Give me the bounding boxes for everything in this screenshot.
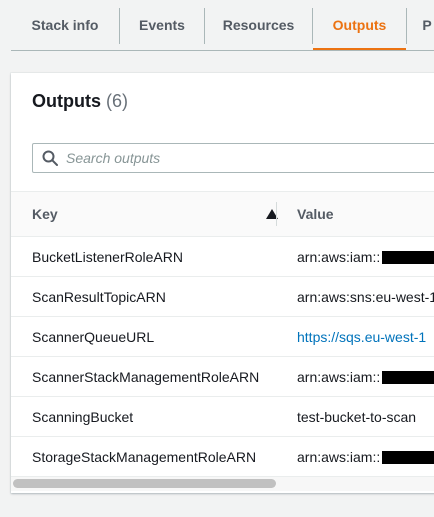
search-icon [42,150,58,166]
output-key: StorageStackManagementRoleARN [32,449,257,465]
search-input[interactable] [66,150,426,166]
column-header-value[interactable]: Value [297,192,334,236]
search-box[interactable] [32,143,434,173]
column-resizer[interactable] [276,202,277,226]
table-header: Key Value [11,191,434,237]
panel-title-text: Outputs [32,91,101,111]
horizontal-scrollbar-thumb[interactable] [13,479,276,488]
output-value: arn:aws:iam:: [297,237,434,277]
tab-parameters[interactable]: P [407,0,434,50]
column-header-value-label: Value [297,206,334,222]
output-key: BucketListenerRoleARN [32,249,183,265]
output-value: arn:aws:iam:: [297,437,434,477]
outputs-table: Key Value BucketListenerRoleARN arn:aws:… [11,191,434,477]
table-row: ScanningBucket test-bucket-to-scan [11,397,434,437]
column-header-key[interactable]: Key [32,192,278,236]
output-value-text: arn:aws:iam:: [297,249,381,265]
table-row: ScannerStackManagementRoleARN arn:aws:ia… [11,357,434,397]
table-row: ScannerQueueURL https://sqs.eu-west-1 [11,317,434,357]
output-key: ScannerStackManagementRoleARN [32,369,260,385]
redacted-block [382,370,434,384]
panel-title: Outputs (6) [32,91,128,112]
output-value: arn:aws:iam:: [297,357,434,397]
tab-resources[interactable]: Resources [205,0,312,50]
table-row: BucketListenerRoleARN arn:aws:iam:: [11,237,434,277]
output-value: test-bucket-to-scan [297,409,417,425]
tab-events[interactable]: Events [120,0,204,50]
output-value-text: arn:aws:iam:: [297,449,381,465]
redacted-block [382,450,434,464]
tab-outputs[interactable]: Outputs [313,0,406,50]
redacted-block [382,250,434,264]
output-key: ScannerQueueURL [32,329,155,345]
output-count: (6) [106,91,129,111]
output-value-link[interactable]: https://sqs.eu-west-1 [297,317,426,357]
table-row: StorageStackManagementRoleARN arn:aws:ia… [11,437,434,477]
table-row: ScanResultTopicARN arn:aws:sns:eu-west-1 [11,277,434,317]
output-key: ScanningBucket [32,409,134,425]
tab-stack-info[interactable]: Stack info [11,0,119,50]
outputs-panel: Outputs (6) Key Value BucketListenerRole… [11,73,434,493]
output-value-text: arn:aws:iam:: [297,369,381,385]
output-value: arn:aws:sns:eu-west-1 [297,289,434,305]
output-key: ScanResultTopicARN [32,289,166,305]
column-header-key-label: Key [32,206,58,222]
tab-bar: Stack info Events Resources Outputs P [11,0,434,51]
